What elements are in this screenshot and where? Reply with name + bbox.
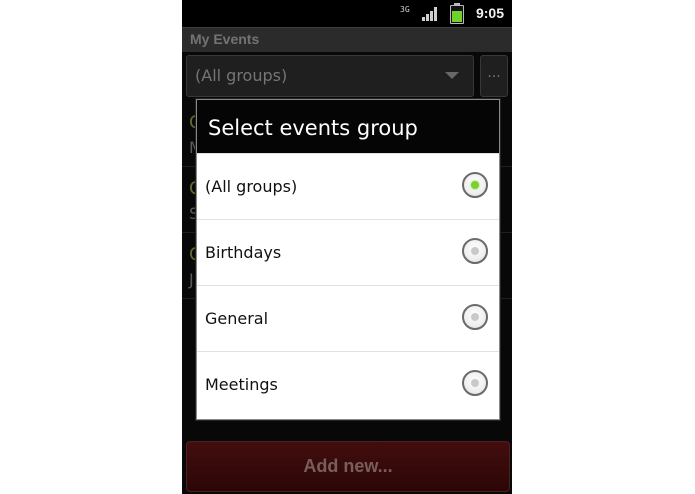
option-label: General bbox=[205, 309, 269, 328]
network-type: 3G bbox=[400, 5, 410, 14]
dialog-header: Select events group bbox=[197, 100, 499, 153]
option-all-groups[interactable]: (All groups) bbox=[197, 153, 499, 220]
battery-icon bbox=[450, 3, 464, 24]
radio-button[interactable] bbox=[462, 370, 488, 396]
option-label: Birthdays bbox=[205, 243, 282, 262]
radio-indicator bbox=[471, 313, 479, 321]
status-bar: 3G 9:05 bbox=[182, 0, 512, 27]
dialog-title: Select events group bbox=[208, 116, 418, 140]
option-general[interactable]: General bbox=[197, 285, 499, 352]
option-birthdays[interactable]: Birthdays bbox=[197, 219, 499, 286]
radio-button[interactable] bbox=[462, 238, 488, 264]
radio-button[interactable] bbox=[462, 172, 488, 198]
radio-button[interactable] bbox=[462, 304, 488, 330]
radio-indicator bbox=[471, 379, 479, 387]
option-label: Meetings bbox=[205, 375, 278, 394]
status-time: 9:05 bbox=[475, 5, 504, 21]
select-group-dialog: Select events group (All groups) Birthda… bbox=[196, 99, 500, 420]
signal-icon bbox=[422, 7, 440, 21]
option-label: (All groups) bbox=[205, 177, 298, 196]
radio-indicator bbox=[471, 247, 479, 255]
option-meetings[interactable]: Meetings bbox=[197, 351, 499, 418]
radio-selected-indicator bbox=[471, 181, 479, 189]
